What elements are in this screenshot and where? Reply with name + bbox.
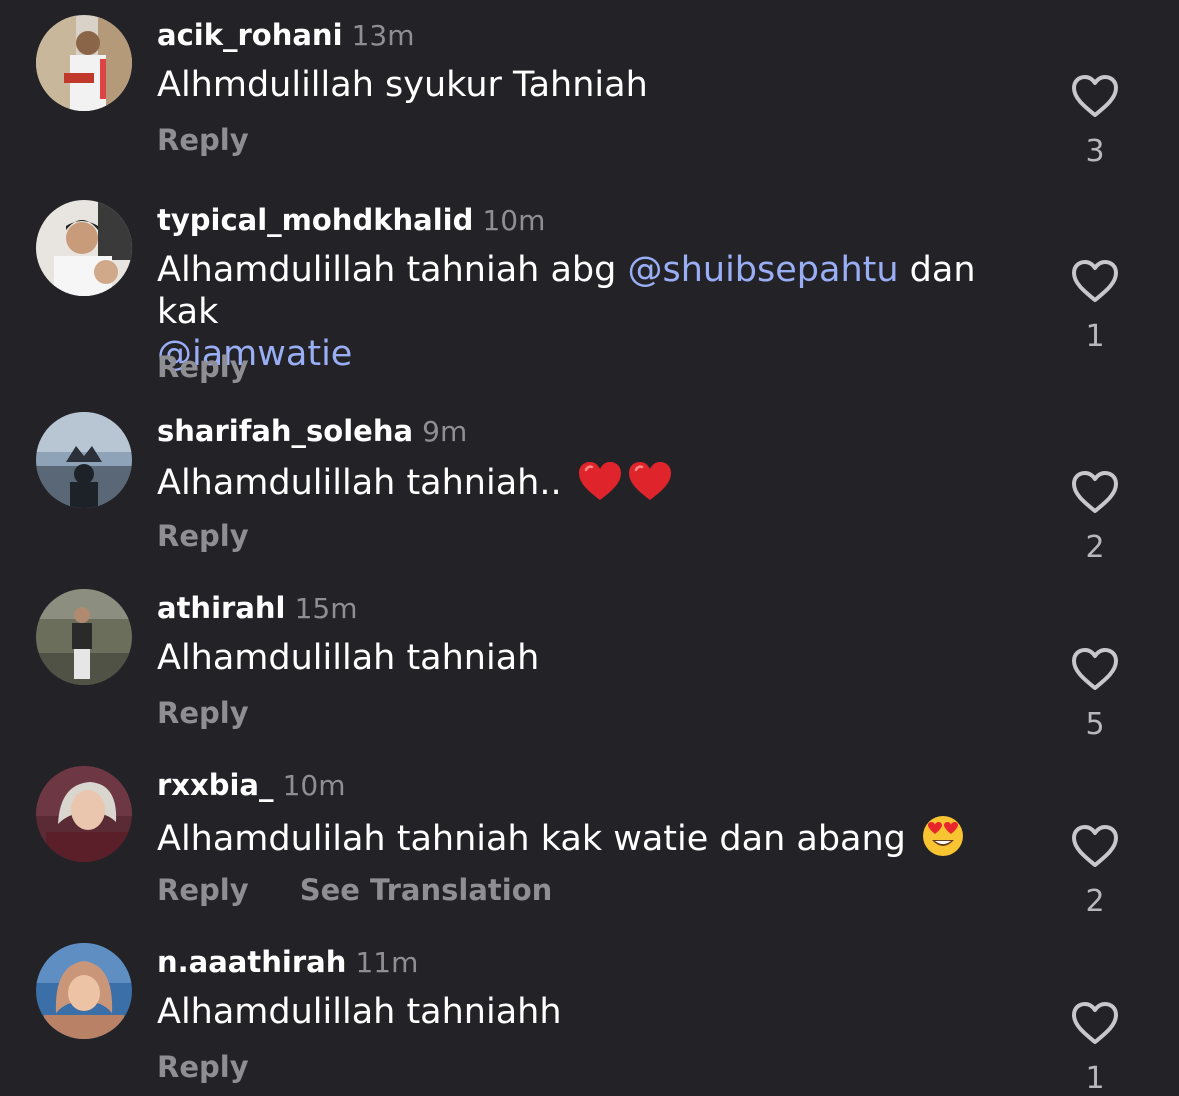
reply-button[interactable]: Reply [157, 873, 249, 907]
comment-username[interactable]: athirahl [157, 591, 285, 625]
reply-button[interactable]: Reply [157, 123, 249, 157]
see-translation-button[interactable]: See Translation [300, 873, 553, 907]
comment-text: Alhamdulillah tahniahh [157, 992, 562, 1032]
like-count: 1 [1085, 1061, 1105, 1096]
heart-outline-icon[interactable] [1070, 258, 1120, 304]
mention-link[interactable]: @shuibsepahtu [627, 250, 898, 290]
heart-outline-icon[interactable] [1070, 646, 1120, 692]
avatar[interactable] [36, 589, 132, 685]
like-count: 2 [1085, 884, 1105, 919]
comment-timestamp: 15m [294, 592, 358, 625]
red-heart-emoji [628, 462, 671, 500]
comment-timestamp: 9m [422, 415, 468, 448]
comment-timestamp: 10m [282, 769, 346, 802]
comment-text: Alhamdulillah tahniah.. [157, 460, 1037, 504]
red-heart-emoji [578, 462, 621, 500]
comment-timestamp: 11m [355, 946, 419, 979]
heart-eyes-emoji [923, 816, 964, 856]
avatar[interactable] [36, 943, 132, 1039]
reply-button[interactable]: Reply [157, 519, 249, 553]
like-count: 2 [1085, 530, 1105, 565]
heart-outline-icon[interactable] [1070, 469, 1120, 515]
comment-text: Alhmdulillah syukur Tahniah [157, 65, 648, 105]
comment-text: Alhamdulillah tahniah abg @shuibsepahtu … [157, 250, 976, 374]
avatar[interactable] [36, 15, 132, 111]
comment-username[interactable]: rxxbia_ [157, 768, 273, 802]
reply-button[interactable]: Reply [157, 350, 249, 384]
comment-username[interactable]: typical_mohdkhalid [157, 203, 473, 237]
avatar[interactable] [36, 766, 132, 862]
comment-text: Alhamdulillah tahniah [157, 638, 540, 678]
like-count: 1 [1085, 319, 1105, 354]
comment-username[interactable]: n.aaathirah [157, 945, 346, 979]
comment-timestamp: 10m [482, 204, 546, 237]
like-count: 3 [1085, 134, 1105, 169]
heart-outline-icon[interactable] [1070, 823, 1120, 869]
like-count: 5 [1085, 707, 1105, 742]
comment-username[interactable]: sharifah_soleha [157, 414, 413, 448]
heart-outline-icon[interactable] [1070, 73, 1120, 119]
reply-button[interactable]: Reply [157, 1050, 249, 1084]
heart-outline-icon[interactable] [1070, 1000, 1120, 1046]
avatar[interactable] [36, 412, 132, 508]
comment-timestamp: 13m [351, 19, 415, 52]
avatar[interactable] [36, 200, 132, 296]
reply-button[interactable]: Reply [157, 696, 249, 730]
comment-text: Alhamdulilah tahniah kak watie dan abang [157, 814, 1037, 860]
comment-username[interactable]: acik_rohani [157, 18, 343, 52]
